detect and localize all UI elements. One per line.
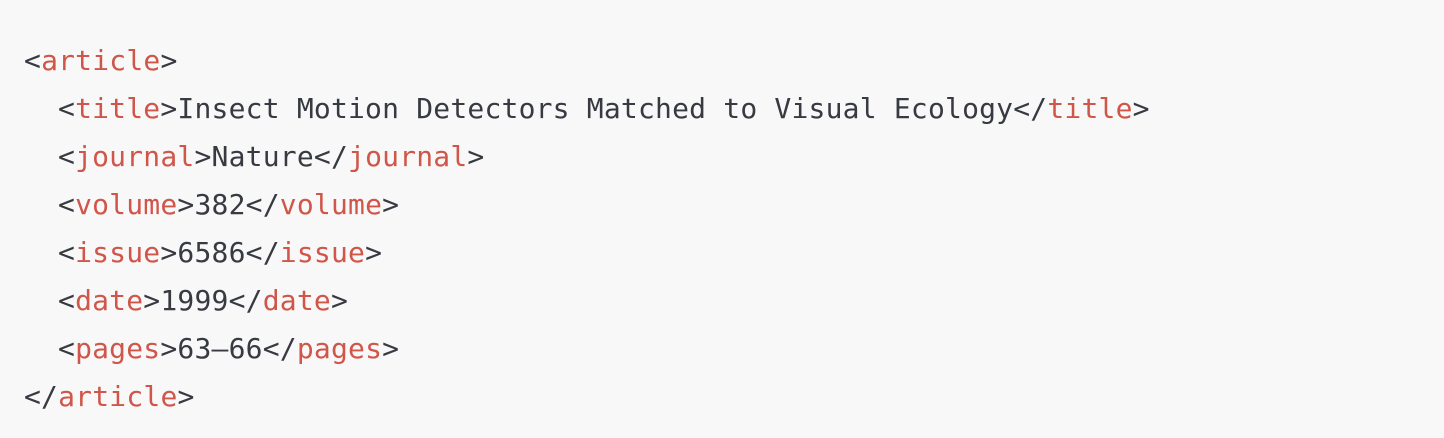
code-line-title: <title>Insect Motion Detectors Matched t… xyxy=(24,85,1444,133)
angle-close: > xyxy=(160,44,178,77)
angle-open-slash: </ xyxy=(24,380,59,413)
angle-open-slash: </ xyxy=(262,332,297,365)
angle-open: < xyxy=(58,188,76,221)
angle-close: > xyxy=(143,284,161,317)
angle-close: > xyxy=(160,332,178,365)
code-line-volume: <volume>382</volume> xyxy=(24,181,1444,229)
value-pages: 63–66 xyxy=(177,332,263,365)
angle-close: > xyxy=(365,236,383,269)
code-line-pages: <pages>63–66</pages> xyxy=(24,325,1444,373)
value-issue: 6586 xyxy=(177,236,246,269)
angle-close: > xyxy=(160,236,178,269)
close-tag-date: date xyxy=(262,284,331,317)
angle-close: > xyxy=(194,140,212,173)
value-title: Insect Motion Detectors Matched to Visua… xyxy=(177,92,1014,125)
angle-close: > xyxy=(382,188,400,221)
open-tag-date: date xyxy=(75,284,144,317)
open-tag-journal: journal xyxy=(75,140,195,173)
angle-close: > xyxy=(177,380,195,413)
angle-open: < xyxy=(58,284,76,317)
close-tag-issue: issue xyxy=(279,236,366,269)
angle-close: > xyxy=(1132,92,1150,125)
open-tag-issue: issue xyxy=(75,236,161,269)
root-open-tag: article xyxy=(41,44,161,77)
open-tag-pages: pages xyxy=(75,332,161,365)
angle-open: < xyxy=(58,332,76,365)
angle-close: > xyxy=(160,92,178,125)
angle-open-slash: </ xyxy=(1013,92,1048,125)
close-tag-volume: volume xyxy=(279,188,383,221)
code-line-date: <date>1999</date> xyxy=(24,277,1444,325)
angle-close: > xyxy=(382,332,400,365)
root-open-line: <article> xyxy=(24,37,1444,85)
code-line-issue: <issue>6586</issue> xyxy=(24,229,1444,277)
close-tag-journal: journal xyxy=(348,140,468,173)
close-tag-pages: pages xyxy=(296,332,383,365)
angle-open-slash: </ xyxy=(245,236,280,269)
angle-open-slash: </ xyxy=(313,140,349,173)
angle-close: > xyxy=(467,140,485,173)
value-journal: Nature xyxy=(211,140,314,173)
angle-open: < xyxy=(58,92,76,125)
xml-code-block: <article> <title>Insect Motion Detectors… xyxy=(0,0,1444,438)
angle-open-slash: </ xyxy=(245,188,280,221)
open-tag-volume: volume xyxy=(75,188,178,221)
open-tag-title: title xyxy=(75,92,161,125)
close-tag-title: title xyxy=(1047,92,1133,125)
angle-open: < xyxy=(24,44,42,77)
code-line-journal: <journal>Nature</journal> xyxy=(24,133,1444,181)
angle-open-slash: </ xyxy=(228,284,263,317)
angle-close: > xyxy=(330,284,349,317)
root-close-line: </article> xyxy=(24,373,1444,421)
value-volume: 382 xyxy=(194,188,246,221)
value-date: 1999 xyxy=(160,284,229,317)
angle-close: > xyxy=(177,188,195,221)
angle-open: < xyxy=(58,236,76,269)
root-close-tag: article xyxy=(58,380,178,413)
angle-open: < xyxy=(58,140,76,173)
